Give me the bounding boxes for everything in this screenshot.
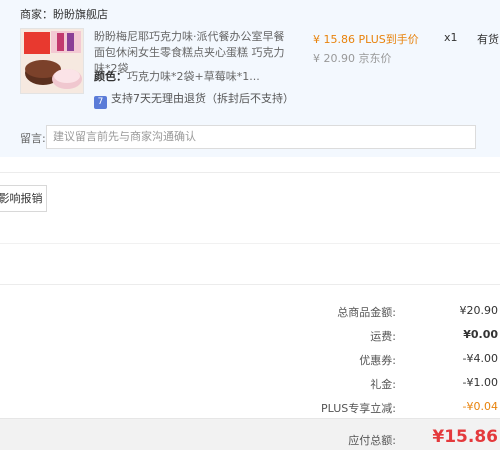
color-label: 颜色：	[94, 70, 127, 83]
total-value: ¥15.86	[432, 427, 498, 447]
summary-row-coupon: 优惠券: -¥4.00	[0, 352, 500, 368]
summary-value: ¥0.00	[463, 328, 498, 341]
summary-value: -¥0.04	[462, 400, 498, 413]
summary-label: PLUS专享立减:	[321, 402, 396, 415]
product-thumbnail[interactable]	[20, 28, 84, 94]
summary-value: -¥4.00	[462, 352, 498, 365]
total-label: 应付总额:	[348, 434, 396, 447]
summary-value: ¥20.90	[459, 304, 499, 317]
stock-status: 有货	[477, 33, 499, 46]
seller-label: 商家：	[20, 8, 53, 21]
summary-row-shipping: 运费: ¥0.00	[0, 328, 500, 344]
price-column: ¥ 15.86 PLUS到手价 ¥ 20.90 京东价	[313, 31, 419, 66]
order-block: 商家：盼盼旗舰店 盼盼梅尼耶巧克力味·派代餐办公室早餐面包休闲女生零食糕点夹心蛋…	[0, 0, 500, 157]
seller-row: 商家：盼盼旗舰店	[20, 6, 108, 22]
return-policy-text: 支持7天无理由退货（拆封后不支持）	[111, 92, 294, 105]
total-bar: 应付总额: ¥15.86	[0, 418, 500, 450]
plus-price: ¥ 15.86 PLUS到手价	[313, 33, 419, 46]
message-row: 留言: 建议留言前先与商家沟通确认	[20, 125, 476, 149]
invoice-button[interactable]: 影响报销	[0, 185, 47, 212]
seller-name[interactable]: 盼盼旗舰店	[53, 8, 108, 21]
summary-label: 总商品金额:	[337, 306, 396, 319]
product-thumbnail-image	[21, 29, 83, 93]
summary-label: 礼金:	[370, 378, 396, 391]
quantity: x1	[444, 31, 458, 44]
return-policy[interactable]: 7 支持7天无理由退货（拆封后不支持）	[94, 90, 294, 109]
product-color: 颜色：巧克力味*2袋+草莓味*1...	[94, 68, 294, 84]
summary-row-plus-discount: PLUS专享立减: -¥0.04	[0, 400, 500, 416]
summary-row-gift-money: 礼金: -¥1.00	[0, 376, 500, 392]
jd-price: ¥ 20.90 京东价	[313, 52, 392, 65]
message-label: 留言:	[20, 132, 46, 145]
summary-label: 优惠券:	[359, 354, 396, 367]
color-value: 巧克力味*2袋+草莓味*1...	[127, 70, 260, 83]
message-input[interactable]: 建议留言前先与商家沟通确认	[46, 125, 476, 149]
summary-value: -¥1.00	[462, 376, 498, 389]
divider	[0, 284, 500, 285]
divider	[0, 243, 500, 244]
divider	[0, 172, 500, 173]
summary-row-goods-total: 总商品金额: ¥20.90	[0, 304, 500, 320]
return-policy-icon: 7	[94, 96, 107, 109]
summary-label: 运费:	[370, 330, 396, 343]
product-row: 盼盼梅尼耶巧克力味·派代餐办公室早餐面包休闲女生零食糕点夹心蛋糕 巧克力味*2袋…	[20, 28, 500, 109]
